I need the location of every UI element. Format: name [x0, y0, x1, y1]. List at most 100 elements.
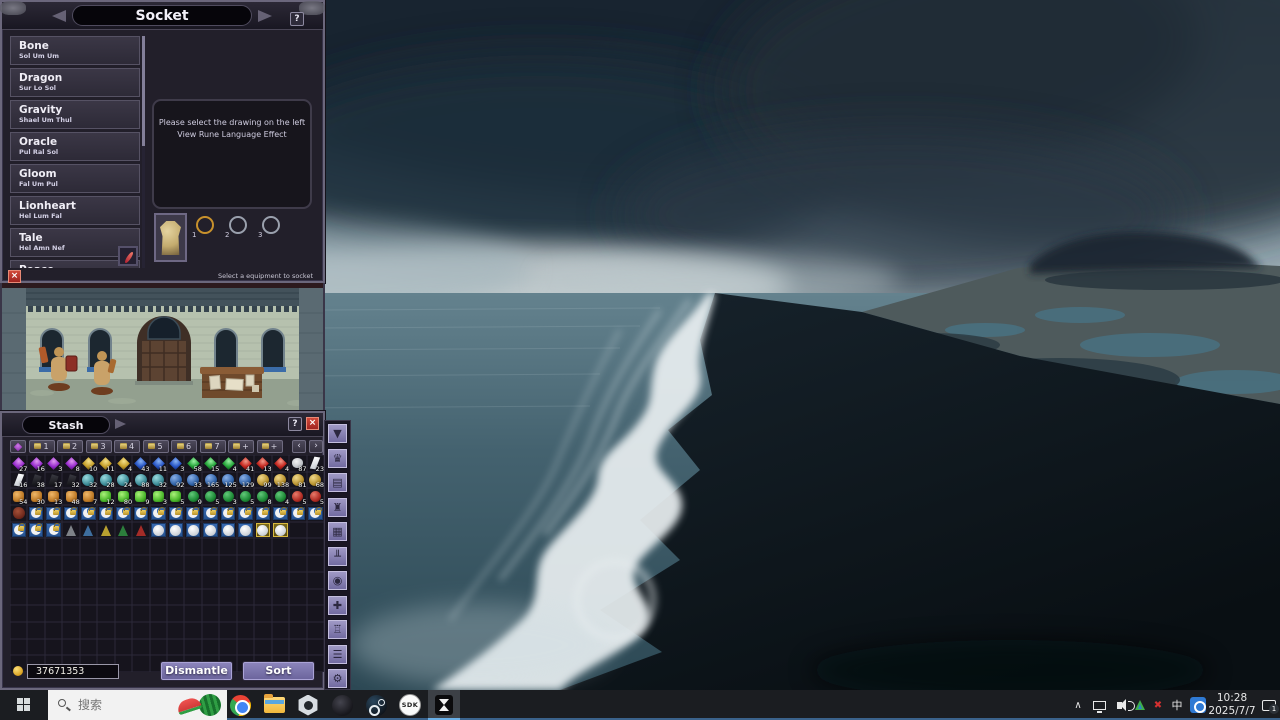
stash-item-cr[interactable]	[132, 522, 149, 539]
anvil-icon[interactable]: ╨	[327, 546, 348, 567]
stash-item-ws[interactable]: 16	[10, 472, 27, 489]
runeword-scrollbar[interactable]	[142, 36, 145, 268]
stash-item-ob[interactable]	[167, 522, 184, 539]
stash-item-or[interactable]: 30	[27, 488, 44, 505]
stash-item-bg[interactable]: 3	[167, 455, 184, 472]
stash-item-mt[interactable]	[10, 505, 27, 522]
socket-slot-2[interactable]	[229, 216, 247, 234]
stash-help-button[interactable]: ?	[288, 417, 302, 431]
search-input[interactable]	[78, 690, 188, 720]
stash-item-og[interactable]	[272, 522, 289, 539]
stash-tab-6[interactable]: 6	[171, 440, 197, 453]
stash-tab-+[interactable]: +	[257, 440, 283, 453]
socket-slot-1[interactable]	[196, 216, 214, 234]
stash-item-br[interactable]: 92	[167, 472, 184, 489]
stash-tab-3[interactable]: 3	[86, 440, 112, 453]
start-button[interactable]	[0, 690, 48, 720]
stash-item-ml[interactable]	[202, 505, 219, 522]
stash-item-gr[interactable]: 99	[254, 472, 271, 489]
stash-tab-5[interactable]: 5	[143, 440, 169, 453]
runeword-item[interactable]: GravityShael Um Thul	[10, 100, 140, 129]
tray-blue-app-icon[interactable]	[1188, 690, 1208, 720]
stash-item-tr[interactable]: 28	[97, 472, 114, 489]
stash-close-button[interactable]: ×	[306, 417, 319, 430]
tab-prev-button[interactable]: ‹	[292, 440, 306, 453]
stash-item-ml[interactable]	[289, 505, 306, 522]
stash-item-dg[interactable]: 9	[184, 488, 201, 505]
stash-item-gr[interactable]: 68	[307, 472, 324, 489]
sort-button[interactable]: Sort	[242, 661, 315, 681]
stash-item-gg[interactable]: 58	[184, 455, 201, 472]
tower-icon[interactable]: ♖	[327, 619, 348, 640]
stash-item-bk[interactable]: 32	[62, 472, 79, 489]
stash-item-lg[interactable]: 12	[97, 488, 114, 505]
equipment-slot[interactable]	[154, 213, 187, 262]
stash-item-br[interactable]: 33	[184, 472, 201, 489]
notification-center-icon[interactable]: 1	[1258, 690, 1280, 720]
runeword-item[interactable]: DragonSur Lo Sol	[10, 68, 140, 97]
stash-item-ml[interactable]	[27, 505, 44, 522]
stash-item-ml[interactable]	[62, 505, 79, 522]
stash-item-ml[interactable]	[167, 505, 184, 522]
stash-item-cg[interactable]	[62, 522, 79, 539]
stash-item-bg[interactable]: 43	[132, 455, 149, 472]
stash-tab-+[interactable]: +	[228, 440, 254, 453]
stash-tab-4[interactable]: 4	[114, 440, 140, 453]
stash-item-ml[interactable]	[45, 522, 62, 539]
socket-slot-3[interactable]	[262, 216, 280, 234]
stash-item-or[interactable]: 54	[10, 488, 27, 505]
runeword-item[interactable]: LionheartHel Lum Fal	[10, 196, 140, 225]
stash-item-ml[interactable]	[10, 522, 27, 539]
stash-item-ml[interactable]	[132, 505, 149, 522]
stash-item-dg[interactable]: 8	[254, 488, 271, 505]
taskbar-app-chrome[interactable]	[224, 690, 256, 720]
stash-item-or[interactable]: 7	[80, 488, 97, 505]
stash-item-cb[interactable]	[80, 522, 97, 539]
stash-item-tr[interactable]: 32	[80, 472, 97, 489]
stash-item-ml[interactable]	[307, 505, 324, 522]
stash-item-ob[interactable]	[184, 522, 201, 539]
feather-button[interactable]	[118, 246, 138, 266]
socket-close-button[interactable]: ×	[8, 270, 21, 283]
stash-item-ml[interactable]	[219, 505, 236, 522]
stash-item-dg[interactable]: 3	[219, 488, 236, 505]
stash-item-gr[interactable]: 138	[272, 472, 289, 489]
stash-item-ro[interactable]: 5	[307, 488, 324, 505]
helmet-icon[interactable]: ♜	[327, 497, 348, 518]
stash-tab-1[interactable]: 1	[29, 440, 55, 453]
stash-item-gg[interactable]: 4	[219, 455, 236, 472]
stash-item-ob[interactable]	[219, 522, 236, 539]
watermelon-doodle-icon[interactable]	[177, 693, 223, 717]
stash-item-ob[interactable]	[150, 522, 167, 539]
bag-icon[interactable]: ◉	[327, 570, 348, 591]
stash-item-pg[interactable]: 3	[45, 455, 62, 472]
taskbar-search[interactable]	[48, 690, 227, 720]
stash-item-ob[interactable]	[237, 522, 254, 539]
stash-item-lg[interactable]: 80	[115, 488, 132, 505]
dismantle-button[interactable]: Dismantle	[160, 661, 233, 681]
stash-item-ml[interactable]	[237, 505, 254, 522]
wings-icon[interactable]: ▼	[327, 423, 348, 444]
stash-item-dg[interactable]: 4	[272, 488, 289, 505]
craft-icon[interactable]: ✚	[327, 595, 348, 616]
stash-item-pg[interactable]: 8	[62, 455, 79, 472]
settings-gear-icon[interactable]: ⚙	[327, 668, 348, 689]
tray-clock[interactable]: 10:28 2025/7/7	[1208, 690, 1256, 720]
stash-item-ml[interactable]	[115, 505, 132, 522]
tab-next-button[interactable]: ›	[309, 440, 323, 453]
tray-network-icon[interactable]	[1090, 690, 1108, 720]
stash-item-pg[interactable]: 16	[27, 455, 44, 472]
taskbar-app-game-active[interactable]	[428, 690, 460, 720]
stash-item-gg[interactable]: 15	[202, 455, 219, 472]
stash-item-br[interactable]: 125	[219, 472, 236, 489]
stash-item-lg[interactable]: 9	[132, 488, 149, 505]
stash-item-ml[interactable]	[272, 505, 289, 522]
stash-item-bk[interactable]: 17	[45, 472, 62, 489]
stash-item-ml[interactable]	[80, 505, 97, 522]
game-world-viewport[interactable]	[0, 283, 325, 411]
taskbar-app-file-explorer[interactable]	[258, 690, 290, 720]
stash-item-yg[interactable]: 10	[80, 455, 97, 472]
stash-item-rg[interactable]: 41	[237, 455, 254, 472]
taskbar-app-steam[interactable]	[360, 690, 392, 720]
runeword-item[interactable]: OraclePul Ral Sol	[10, 132, 140, 161]
